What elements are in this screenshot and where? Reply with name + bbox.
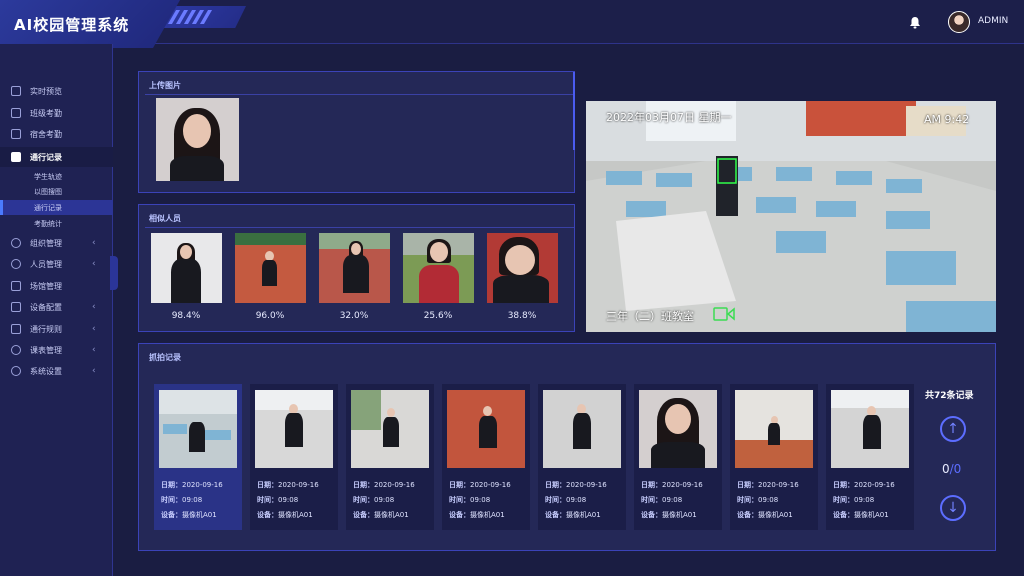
venue-icon xyxy=(11,281,21,291)
building-icon xyxy=(11,129,21,139)
username[interactable]: ADMIN xyxy=(978,16,1008,26)
similar-photo[interactable] xyxy=(403,233,474,303)
sidebar-item-settings[interactable]: 系统设置 ‹ xyxy=(0,361,113,381)
total-records: 共72条记录 xyxy=(925,391,974,401)
checkbox-icon xyxy=(11,152,21,162)
similar-photo[interactable] xyxy=(151,233,222,303)
sidebar-item-org[interactable]: 组织管理 ‹ xyxy=(0,233,113,253)
capture-card[interactable]: 日期：2020-09-16 时间：09:08 设备：摄像机A01 xyxy=(250,384,338,530)
camera-icon xyxy=(713,307,735,321)
rule-icon xyxy=(11,324,21,334)
sidebar-collapse-handle[interactable] xyxy=(110,256,118,290)
camera-location: 三年（二）班教室 xyxy=(606,310,694,323)
uploaded-photo[interactable] xyxy=(156,98,239,181)
similar-photo[interactable] xyxy=(235,233,306,303)
similar-photo[interactable] xyxy=(319,233,390,303)
monitor-icon xyxy=(11,86,21,96)
chevron-left-icon: ‹ xyxy=(92,324,96,334)
similarity-score: 98.4% xyxy=(171,311,201,321)
sidebar-item-live[interactable]: 实时预览 xyxy=(0,81,113,101)
upload-title: 上传图片 xyxy=(149,81,181,90)
sidebar: 实时预览 班级考勤 宿舍考勤 通行记录 学生轨迹 以图搜图 通行记录 考勤统计 … xyxy=(0,44,113,576)
page-up-button[interactable]: ↑ xyxy=(940,416,966,442)
pager: 0/0 xyxy=(942,462,962,476)
similarity-score: 38.8% xyxy=(507,311,537,321)
chevron-left-icon: ‹ xyxy=(92,238,96,248)
app-title: AI校园管理系统 xyxy=(14,16,130,34)
capture-photo xyxy=(447,390,525,468)
captures-title: 抓拍记录 xyxy=(149,353,181,362)
page-down-button[interactable]: ↓ xyxy=(940,495,966,521)
classroom-scene xyxy=(586,101,996,332)
device-icon xyxy=(11,302,21,312)
upload-panel: 上传图片 xyxy=(138,71,575,193)
sub-item-image-search[interactable]: 以图搜图 xyxy=(0,184,113,199)
capture-photo xyxy=(639,390,717,468)
camera-timestamp: 2022年03月07日 星期一 xyxy=(606,111,732,124)
capture-photo xyxy=(735,390,813,468)
app-logo[interactable]: AI校园管理系统 xyxy=(0,0,180,48)
capture-photo xyxy=(543,390,621,468)
sidebar-item-venue[interactable]: 场馆管理 xyxy=(0,276,113,296)
camera-time: AM 9:42 xyxy=(924,113,970,126)
similar-title: 相似人员 xyxy=(149,214,181,223)
sidebar-item-rules[interactable]: 通行规则 ‹ xyxy=(0,319,113,339)
capture-photo xyxy=(351,390,429,468)
schedule-icon xyxy=(11,345,21,355)
arrow-up-icon: ↑ xyxy=(947,421,959,437)
top-bar: AI校园管理系统 ADMIN xyxy=(0,0,1024,48)
avatar[interactable] xyxy=(948,11,970,33)
sidebar-item-class-attendance[interactable]: 班级考勤 xyxy=(0,103,113,123)
similar-panel: 相似人员 98.4% 96.0% 32.0% 25.6% 38.8% xyxy=(138,204,575,332)
user-icon xyxy=(11,259,21,269)
sidebar-item-dorm-attendance[interactable]: 宿舍考勤 xyxy=(0,124,113,144)
capture-card[interactable]: 日期：2020-09-16 时间：09:08 设备：摄像机A01 xyxy=(154,384,242,530)
sidebar-item-people[interactable]: 人员管理 ‹ xyxy=(0,254,113,274)
gear-icon xyxy=(11,366,21,376)
camera-feed[interactable]: 2022年03月07日 星期一 AM 9:42 三年（二）班教室 xyxy=(586,101,996,332)
similarity-score: 32.0% xyxy=(339,311,369,321)
org-icon xyxy=(11,238,21,248)
chevron-left-icon: ‹ xyxy=(92,302,96,312)
capture-photo xyxy=(831,390,909,468)
capture-card[interactable]: 日期：2020-09-16 时间：09:08 设备：摄像机A01 xyxy=(442,384,530,530)
bell-icon[interactable] xyxy=(909,16,921,29)
chevron-left-icon: ‹ xyxy=(92,259,96,269)
capture-photo xyxy=(159,390,237,468)
capture-photo xyxy=(255,390,333,468)
similarity-score: 96.0% xyxy=(255,311,285,321)
attendance-icon xyxy=(11,108,21,118)
arrow-down-icon: ↓ xyxy=(947,500,959,516)
sub-item-student-track[interactable]: 学生轨迹 xyxy=(0,169,113,184)
similarity-score: 25.6% xyxy=(423,311,453,321)
capture-card[interactable]: 日期：2020-09-16 时间：09:08 设备：摄像机A01 xyxy=(346,384,434,530)
capture-card[interactable]: 日期：2020-09-16 时间：09:08 设备：摄像机A01 xyxy=(826,384,914,530)
chevron-left-icon: ‹ xyxy=(92,345,96,355)
sidebar-item-device[interactable]: 设备配置 ‹ xyxy=(0,297,113,317)
capture-card[interactable]: 日期：2020-09-16 时间：09:08 设备：摄像机A01 xyxy=(538,384,626,530)
sub-item-attendance-stats[interactable]: 考勤统计 xyxy=(0,216,113,231)
similar-photo[interactable] xyxy=(487,233,558,303)
sub-item-access-records[interactable]: 通行记录 xyxy=(0,200,113,215)
chevron-left-icon: ‹ xyxy=(92,366,96,376)
sidebar-item-access-records[interactable]: 通行记录 xyxy=(0,147,113,167)
capture-card[interactable]: 日期：2020-09-16 时间：09:08 设备：摄像机A01 xyxy=(730,384,818,530)
sidebar-item-schedule[interactable]: 课表管理 ‹ xyxy=(0,340,113,360)
capture-card[interactable]: 日期：2020-09-16 时间：09:08 设备：摄像机A01 xyxy=(634,384,722,530)
